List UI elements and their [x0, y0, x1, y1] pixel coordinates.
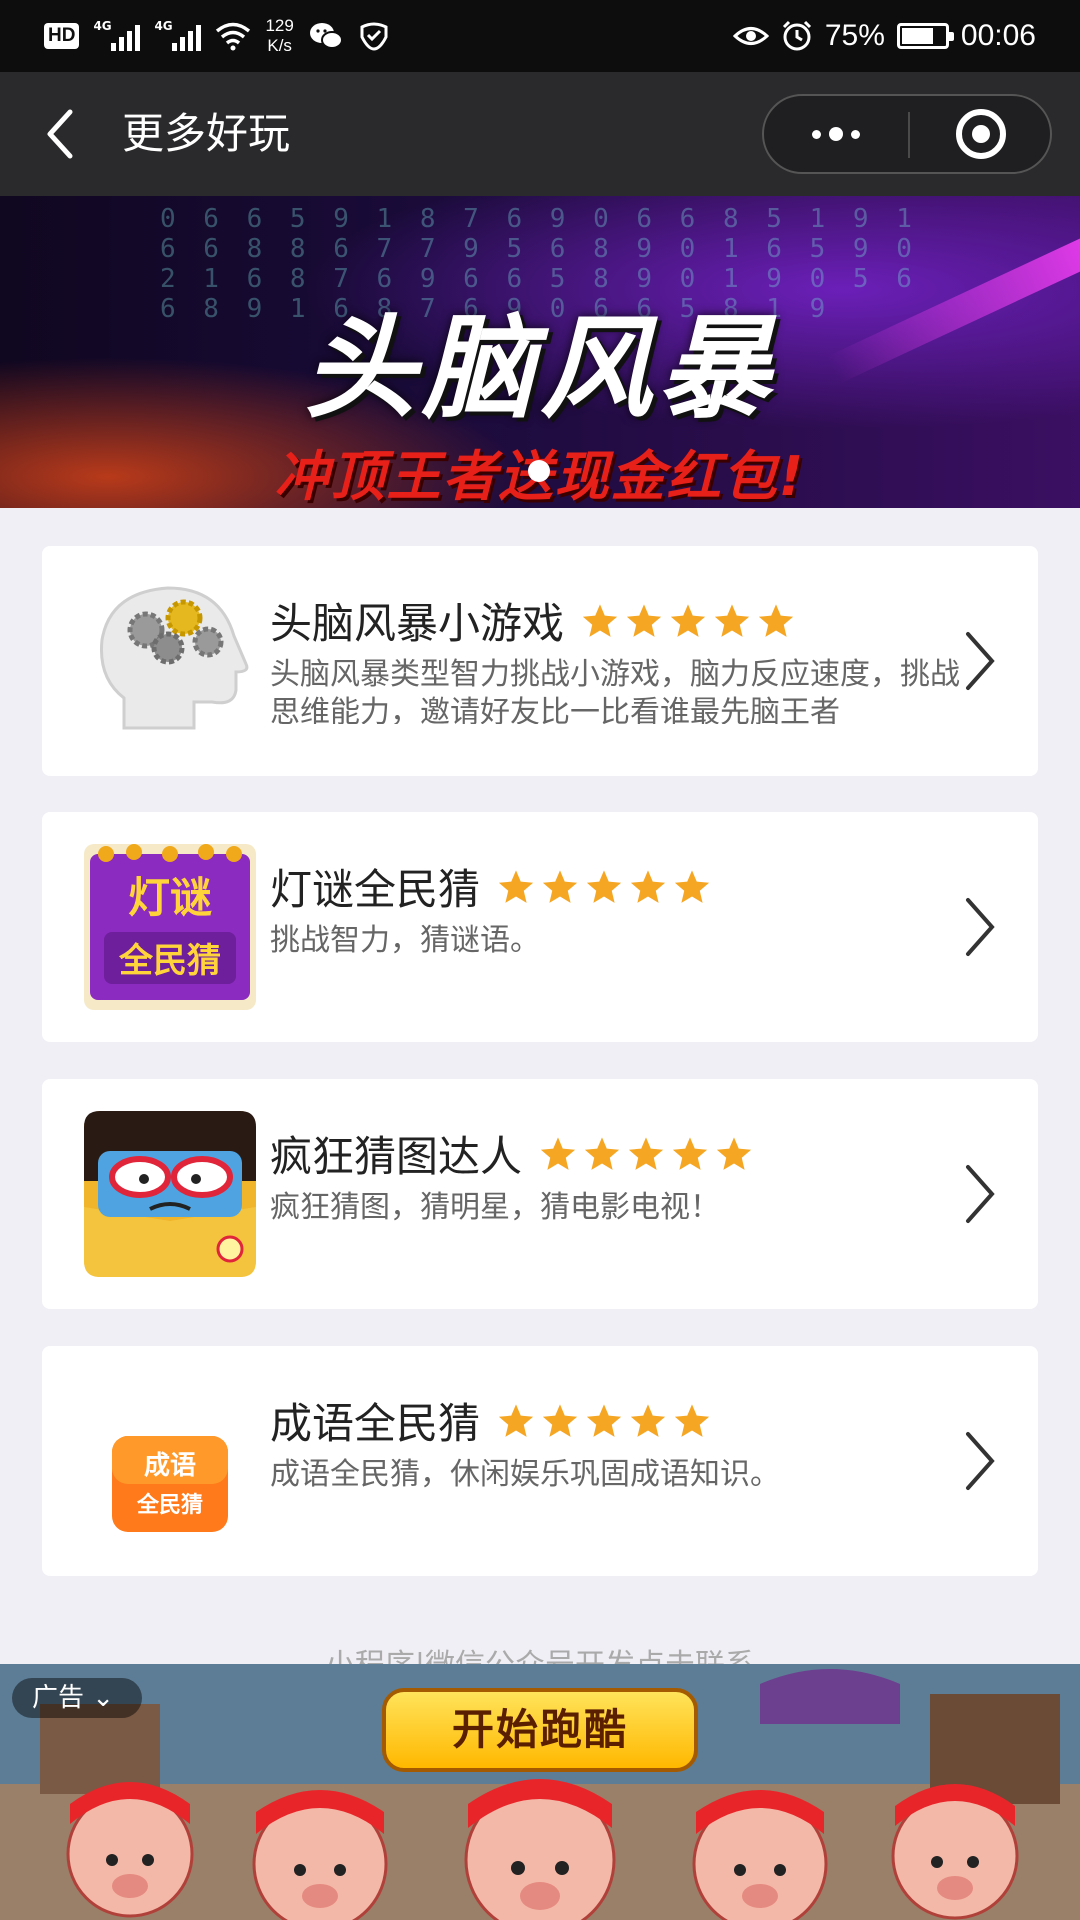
clock: 00:06	[960, 19, 1036, 52]
star-icon	[716, 1136, 752, 1170]
banner-title: 头脑风暴	[304, 304, 776, 434]
game-title: 灯谜全民猜	[270, 865, 481, 914]
hd-badge: HD	[44, 23, 80, 49]
rating-stars	[538, 1135, 754, 1173]
target-icon	[956, 109, 1006, 159]
star-icon	[586, 869, 622, 903]
star-icon	[584, 1136, 620, 1170]
star-icon	[714, 603, 750, 637]
star-icon	[672, 1136, 708, 1170]
chevron-right-icon	[966, 1432, 995, 1490]
net-speed-unit: K/s	[267, 36, 292, 55]
star-icon	[626, 603, 662, 637]
status-left: HD 4G 4G 129 K/s	[44, 0, 390, 72]
rating-stars	[496, 868, 712, 906]
game-title: 头脑风暴小游戏	[270, 599, 565, 648]
promo-banner[interactable]: 0 6 6 5 9 1 8 7 6 9 0 6 6 8 5 1 9 1 6 6 …	[0, 196, 1080, 508]
shield-icon	[360, 22, 388, 51]
battery-percent: 75%	[824, 19, 885, 52]
game-card-guess-picture[interactable]: 疯狂猜图达人 疯狂猜图，猜明星，猜电影电视！	[42, 1079, 1038, 1309]
chevron-right-icon	[966, 898, 995, 956]
wechat-icon	[309, 23, 343, 49]
icon-text-top: 成语	[144, 1451, 196, 1481]
star-icon	[582, 603, 618, 637]
network-type-label-2: 4G	[154, 19, 173, 33]
chevron-right-icon	[966, 632, 995, 690]
game-description: 头脑风暴类型智力挑战小游戏，脑力反应速度，挑战思维能力，邀请好友比一比看谁最先脑…	[270, 657, 960, 724]
game-card-idiom-guess[interactable]: 成语 全民猜 成语全民猜 成语全民猜，休闲娱乐巩固成语知识。	[42, 1346, 1038, 1576]
battery-icon	[896, 23, 954, 49]
icon-text-top: 灯谜	[128, 873, 212, 922]
status-bar: HD 4G 4G 129 K/s 75% 00:06	[0, 0, 1080, 72]
close-miniprogram-button[interactable]	[910, 96, 1052, 172]
rating-stars	[580, 602, 796, 640]
star-icon	[758, 603, 794, 637]
back-arrow-icon[interactable]	[36, 104, 88, 164]
cellular-signal-icon-2: 4G	[154, 19, 202, 51]
net-speed-value: 129	[265, 16, 294, 35]
star-icon	[542, 869, 578, 903]
status-right: 75% 00:06	[732, 0, 1036, 72]
star-icon	[542, 1403, 578, 1437]
ad-banner[interactable]: 广告 ⌄ 开始跑酷	[0, 1664, 1080, 1920]
game-title: 成语全民猜	[270, 1399, 481, 1448]
star-icon	[628, 1136, 664, 1170]
star-icon	[586, 1403, 622, 1437]
guess-picture-app-icon	[84, 1111, 256, 1277]
rating-stars	[496, 1402, 712, 1440]
star-icon	[674, 1403, 710, 1437]
chevron-down-icon: ⌄	[84, 1683, 115, 1713]
star-icon	[670, 603, 706, 637]
page-title: 更多好玩	[122, 109, 291, 158]
lantern-riddle-app-icon: 灯谜 全民猜	[84, 844, 256, 1010]
star-icon	[498, 869, 534, 903]
game-description: 挑战智力，猜谜语。	[270, 923, 540, 958]
star-icon	[498, 1403, 534, 1437]
game-title: 疯狂猜图达人	[270, 1132, 523, 1181]
star-icon	[630, 869, 666, 903]
carousel-indicator-dot[interactable]	[528, 460, 550, 482]
game-card-brainstorm[interactable]: 头脑风暴小游戏 头脑风暴类型智力挑战小游戏，脑力反应速度，挑战思维能力，邀请好友…	[42, 546, 1038, 776]
head-gears-icon	[99, 586, 249, 730]
network-type-label: 4G	[93, 19, 112, 33]
cellular-signal-icon: 4G	[93, 19, 141, 51]
eye-icon	[732, 27, 769, 45]
game-description: 成语全民猜，休闲娱乐巩固成语知识。	[270, 1457, 780, 1492]
icon-text-bottom: 全民猜	[136, 1492, 203, 1518]
star-icon	[540, 1136, 576, 1170]
start-parkour-button[interactable]: 开始跑酷	[382, 1688, 698, 1772]
icon-text-bottom: 全民猜	[118, 941, 221, 981]
star-icon	[630, 1403, 666, 1437]
game-card-lantern-riddle[interactable]: 灯谜 全民猜 灯谜全民猜 挑战智力，猜谜语。	[42, 812, 1038, 1042]
wifi-icon	[216, 22, 251, 51]
alarm-icon	[782, 20, 811, 51]
game-description: 疯狂猜图，猜明星，猜电影电视！	[270, 1190, 720, 1225]
more-menu-button[interactable]	[764, 96, 908, 172]
miniprogram-capsule	[762, 94, 1052, 174]
net-speed: 129 K/s	[265, 16, 293, 56]
ad-label[interactable]: 广告 ⌄	[12, 1678, 142, 1718]
star-icon	[674, 869, 710, 903]
chevron-right-icon	[966, 1165, 995, 1223]
idiom-guess-app-icon: 成语 全民猜	[112, 1436, 228, 1532]
navigation-bar: 更多好玩	[0, 72, 1080, 196]
